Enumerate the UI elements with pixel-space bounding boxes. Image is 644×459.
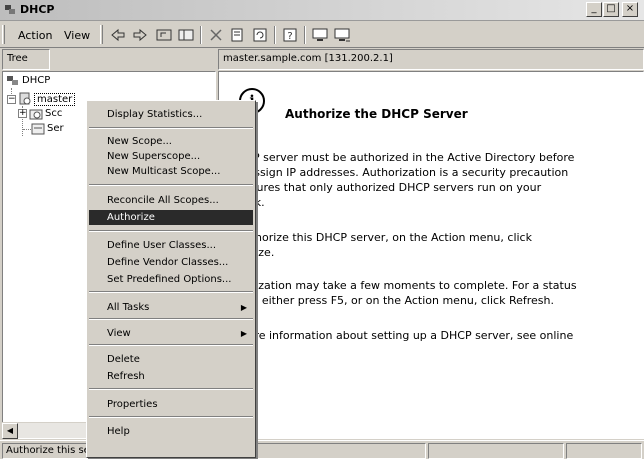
menu-separator xyxy=(89,184,253,186)
menu-separator xyxy=(89,318,253,320)
details-paragraph-3: norization may take a few moments to com… xyxy=(237,279,577,307)
delete-icon[interactable] xyxy=(206,26,226,44)
menu-action[interactable]: Action xyxy=(18,29,52,42)
menu-item-authorize[interactable]: Authorize xyxy=(89,210,253,225)
menu-separator xyxy=(89,416,253,418)
menu-toolbar: Action View ? xyxy=(0,22,644,48)
toolbar-separator-2 xyxy=(274,26,276,44)
menu-item-delete[interactable]: Delete xyxy=(89,352,253,367)
svg-text:?: ? xyxy=(287,31,292,42)
status-cell-3 xyxy=(566,443,642,459)
menu-separator xyxy=(89,291,253,293)
tree-item-master[interactable]: master xyxy=(34,93,76,106)
menu-separator xyxy=(89,344,253,346)
details-pane: i Authorize the DHCP Server HCP server m… xyxy=(218,71,644,439)
minimize-button[interactable]: _ xyxy=(586,2,602,17)
menu-item-new-scope[interactable]: New Scope... xyxy=(89,134,253,149)
submenu-arrow-icon: ▶ xyxy=(240,303,247,312)
close-button[interactable]: × xyxy=(622,2,638,17)
tree-item-server-options[interactable]: Ser xyxy=(47,123,64,134)
help-icon[interactable]: ? xyxy=(280,26,300,44)
toolbar-grip-2 xyxy=(100,25,103,44)
menu-separator xyxy=(89,127,253,129)
network-computer-icon[interactable] xyxy=(332,26,352,44)
menu-separator xyxy=(89,230,253,232)
scope-folder-icon xyxy=(29,109,43,120)
computer-icon[interactable] xyxy=(310,26,330,44)
menu-item-help[interactable]: Help xyxy=(89,424,253,439)
toolbar-separator-3 xyxy=(304,26,306,44)
tree-item-scope[interactable]: Scc xyxy=(45,108,62,119)
window-title: DHCP xyxy=(20,3,55,16)
details-title: Authorize the DHCP Server xyxy=(285,107,468,121)
server-icon xyxy=(19,92,31,105)
back-arrow-icon[interactable] xyxy=(108,26,128,44)
collapse-icon[interactable]: − xyxy=(7,95,16,104)
details-paragraph-2: authorize this DHCP server, on the Actio… xyxy=(237,231,532,259)
menu-item-new-multicast-scope[interactable]: New Multicast Scope... xyxy=(89,164,253,179)
maximize-button[interactable]: □ xyxy=(603,2,619,17)
submenu-arrow-icon: ▶ xyxy=(240,329,247,338)
menu-item-define-user-classes[interactable]: Define User Classes... xyxy=(89,238,253,253)
up-folder-icon[interactable] xyxy=(154,26,174,44)
show-hide-tree-icon[interactable] xyxy=(176,26,196,44)
menu-item-display-statistics[interactable]: Display Statistics... xyxy=(89,107,253,122)
status-cell-2 xyxy=(428,443,564,459)
menu-item-reconcile-all-scopes[interactable]: Reconcile All Scopes... xyxy=(89,193,253,208)
menu-separator xyxy=(89,388,253,390)
refresh-icon[interactable] xyxy=(250,26,270,44)
dhcp-root-icon xyxy=(7,76,18,85)
context-menu: Display Statistics... New Scope... New S… xyxy=(86,100,256,458)
details-paragraph-4: more information about setting up a DHCP… xyxy=(237,329,574,342)
right-pane-header: master.sample.com [131.200.2.1] xyxy=(218,49,644,70)
menu-item-properties[interactable]: Properties xyxy=(89,397,253,412)
menu-item-view[interactable]: View ▶ xyxy=(89,326,253,341)
toolbar-grip xyxy=(2,25,5,44)
tree-item-dhcp[interactable]: DHCP xyxy=(22,75,50,86)
toolbar-separator xyxy=(200,26,202,44)
menu-item-define-vendor-classes[interactable]: Define Vendor Classes... xyxy=(89,255,253,270)
menu-item-all-tasks[interactable]: All Tasks ▶ xyxy=(89,300,253,315)
properties-icon[interactable] xyxy=(228,26,248,44)
details-paragraph-1: HCP server must be authorized in the Act… xyxy=(237,151,575,209)
tree-line xyxy=(23,129,31,130)
menu-item-refresh[interactable]: Refresh xyxy=(89,369,253,384)
forward-arrow-icon[interactable] xyxy=(130,26,150,44)
dhcp-app-icon xyxy=(5,5,15,14)
menu-item-set-predefined-options[interactable]: Set Predefined Options... xyxy=(89,272,253,287)
server-options-icon xyxy=(31,123,45,135)
menu-item-new-superscope[interactable]: New Superscope... xyxy=(89,149,253,164)
view-label: View xyxy=(107,328,131,339)
scroll-left-button[interactable]: ◀ xyxy=(2,423,18,439)
menu-view[interactable]: View xyxy=(64,29,90,42)
all-tasks-label: All Tasks xyxy=(107,302,150,313)
title-bar: DHCP _ □ × xyxy=(0,0,644,21)
expand-icon[interactable]: + xyxy=(18,109,27,118)
tree-tab[interactable]: Tree xyxy=(2,49,50,70)
